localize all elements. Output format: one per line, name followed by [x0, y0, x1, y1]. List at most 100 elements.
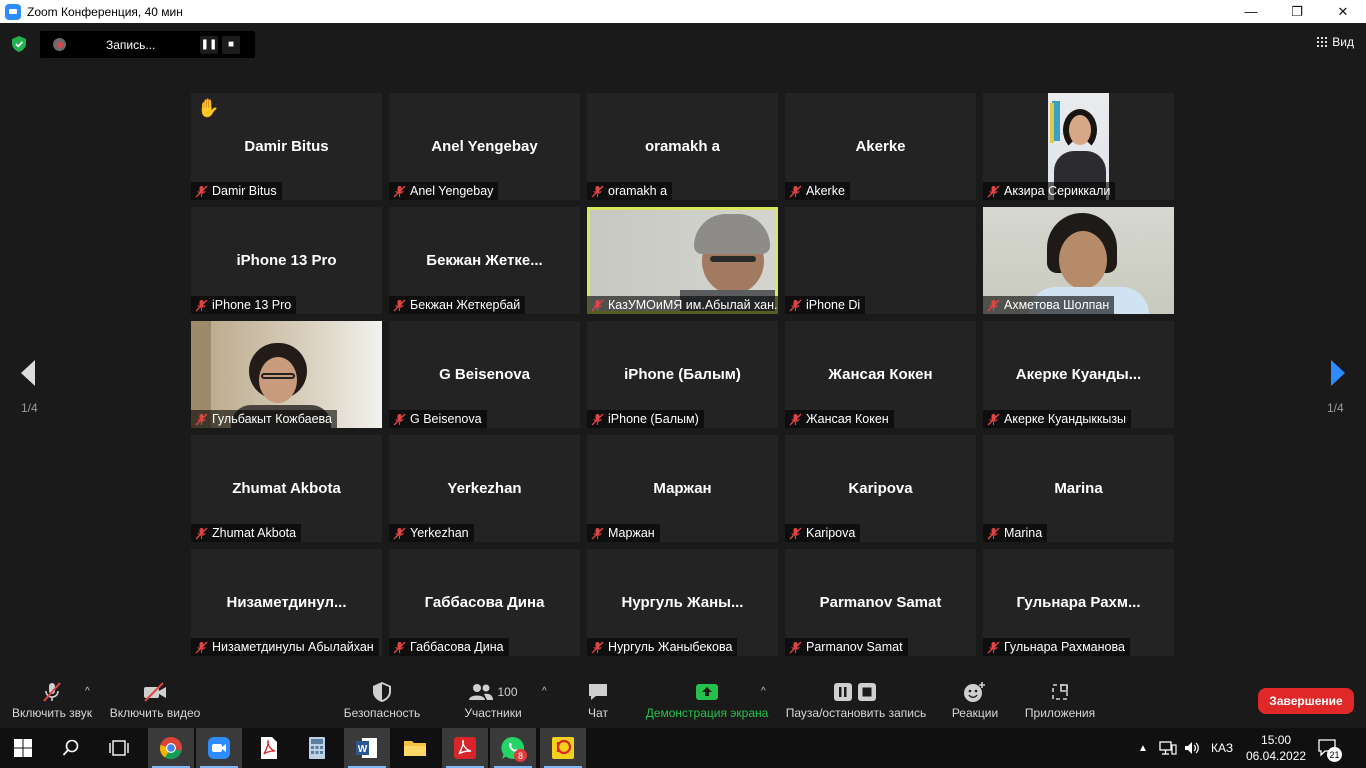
- keyboard-language[interactable]: КАЗ: [1211, 728, 1233, 768]
- participant-tile[interactable]: Гульбакыт Кожбаева: [191, 321, 382, 428]
- taskbar-calculator[interactable]: [294, 728, 340, 768]
- volume-icon[interactable]: [1183, 728, 1201, 768]
- taskbar-word[interactable]: W: [344, 728, 390, 768]
- audio-options-chevron-icon[interactable]: ^: [85, 686, 90, 697]
- search-button[interactable]: [48, 728, 94, 768]
- action-center-button[interactable]: 21: [1318, 728, 1342, 768]
- participant-tile[interactable]: iPhone 13 Pro iPhone 13 Pro: [191, 207, 382, 314]
- participant-tile[interactable]: Ахметова Шолпан: [983, 207, 1174, 314]
- share-screen-button[interactable]: Демонстрация экрана: [644, 678, 770, 728]
- end-meeting-button[interactable]: Завершение: [1258, 688, 1354, 714]
- participant-tile[interactable]: Маржан Маржан: [587, 435, 778, 542]
- muted-mic-icon: [591, 641, 604, 653]
- raised-hand-icon: ✋: [197, 98, 220, 118]
- close-button[interactable]: ✕: [1320, 0, 1366, 23]
- meeting-area: Запись... ❚❚ ■ Вид 1/4 1/4 ✋ Damir Bitus D…: [0, 23, 1366, 678]
- chat-button[interactable]: Чат: [582, 678, 614, 728]
- network-icon[interactable]: [1158, 728, 1178, 768]
- clock-time: 15:00: [1261, 733, 1292, 747]
- participant-tile[interactable]: iPhone Di: [785, 207, 976, 314]
- participant-tile[interactable]: ✋ Damir Bitus Damir Bitus: [191, 93, 382, 200]
- taskbar-zoom[interactable]: [196, 728, 242, 768]
- participant-name-label: Damir Bitus: [212, 184, 277, 198]
- participant-name-label: Нургуль Жаныбекова: [608, 640, 733, 654]
- participant-name-label: Zhumat Akbota: [212, 526, 297, 540]
- muted-mic-icon: [987, 413, 1000, 425]
- taskbar-acrobat-2[interactable]: [442, 728, 488, 768]
- participant-tile[interactable]: Жансая Кокен Жансая Кокен: [785, 321, 976, 428]
- taskbar-acrobat[interactable]: [246, 728, 292, 768]
- participant-display-name: iPhone (Балым): [624, 366, 741, 383]
- zoom-icon: [208, 737, 230, 759]
- participant-name-tag: oramakh a: [587, 182, 673, 200]
- pause-stop-icon: [834, 683, 876, 701]
- recording-dot-icon: [53, 38, 66, 51]
- participant-tile[interactable]: Нургуль Жаны... Нургуль Жаныбекова: [587, 549, 778, 656]
- participant-tile[interactable]: Parmanov Samat Parmanov Samat: [785, 549, 976, 656]
- participant-display-name: Anel Yengebay: [431, 138, 538, 155]
- taskbar-1c[interactable]: [540, 728, 586, 768]
- windows-start-button[interactable]: [0, 728, 46, 768]
- share-options-chevron-icon[interactable]: ^: [761, 686, 766, 697]
- pause-stop-recording-button[interactable]: Пауза/остановить запись: [783, 678, 929, 728]
- participant-tile[interactable]: Yerkezhan Yerkezhan: [389, 435, 580, 542]
- next-page-arrow-icon[interactable]: [1328, 358, 1348, 388]
- participant-tile[interactable]: КазУМОиМЯ им.Абылай хан...: [587, 207, 778, 314]
- participant-name-tag: G Beisenova: [389, 410, 487, 428]
- participant-display-name: Габбасова Дина: [424, 594, 545, 611]
- participant-tile[interactable]: oramakh a oramakh a: [587, 93, 778, 200]
- participants-icon: [469, 684, 494, 700]
- pause-recording-button[interactable]: ❚❚: [200, 35, 218, 54]
- window-title: Zoom Конференция, 40 мин: [27, 4, 183, 19]
- share-screen-icon: [696, 684, 718, 700]
- recording-bar: Запись... ❚❚ ■: [40, 31, 255, 58]
- participants-button[interactable]: 100 Участники: [460, 678, 526, 728]
- chat-bubble-icon: [589, 684, 607, 700]
- view-button[interactable]: Вид: [1317, 35, 1354, 49]
- task-view-button[interactable]: [96, 728, 142, 768]
- participant-display-name: Marina: [1054, 480, 1103, 497]
- clock-date: 06.04.2022: [1246, 749, 1307, 763]
- task-view-icon: [109, 740, 129, 756]
- muted-mic-icon: [195, 299, 208, 311]
- participant-tile[interactable]: Бекжан Жетке... Бекжан Жеткербай: [389, 207, 580, 314]
- maximize-button[interactable]: ❐: [1274, 0, 1320, 23]
- participants-label: Участники: [464, 706, 522, 720]
- show-hidden-icons-button[interactable]: ▲: [1138, 728, 1148, 768]
- word-icon: W: [356, 738, 377, 758]
- participant-tile[interactable]: Zhumat Akbota Zhumat Akbota: [191, 435, 382, 542]
- participant-tile[interactable]: Marina Marina: [983, 435, 1174, 542]
- previous-page-arrow-icon[interactable]: [18, 358, 38, 388]
- taskbar-file-explorer[interactable]: [392, 728, 438, 768]
- participant-tile[interactable]: Karipova Karipova: [785, 435, 976, 542]
- security-shield-icon[interactable]: [12, 36, 26, 52]
- system-clock[interactable]: 15:00 06.04.2022: [1246, 732, 1306, 764]
- security-button[interactable]: Безопасность: [340, 678, 424, 728]
- participant-tile[interactable]: Акерке Куанды... Акерке Куандыккызы: [983, 321, 1174, 428]
- participant-tile[interactable]: Akerke Akerke: [785, 93, 976, 200]
- muted-mic-icon: [393, 527, 406, 539]
- reactions-button[interactable]: Реакции: [948, 678, 1002, 728]
- muted-mic-icon: [987, 185, 1000, 197]
- minimize-button[interactable]: —: [1228, 0, 1274, 23]
- participant-tile[interactable]: G Beisenova G Beisenova: [389, 321, 580, 428]
- participants-options-chevron-icon[interactable]: ^: [542, 686, 547, 697]
- participant-tile[interactable]: Гульнара Рахм... Гульнара Рахманова: [983, 549, 1174, 656]
- participant-tile[interactable]: Anel Yengebay Anel Yengebay: [389, 93, 580, 200]
- page-indicator-left: 1/4: [21, 401, 38, 415]
- muted-mic-icon: [987, 527, 1000, 539]
- start-video-button[interactable]: Включить видео: [106, 678, 204, 728]
- participant-name-tag: Damir Bitus: [191, 182, 282, 200]
- participant-tile[interactable]: Низаметдинул... Низаметдинулы Абылайхан: [191, 549, 382, 656]
- apps-button[interactable]: Приложения: [1020, 678, 1100, 728]
- participant-tile[interactable]: Габбасова Дина Габбасова Дина: [389, 549, 580, 656]
- participant-tile[interactable]: Акзира Сериккали: [983, 93, 1174, 200]
- participant-tile[interactable]: iPhone (Балым) iPhone (Балым): [587, 321, 778, 428]
- taskbar-whatsapp[interactable]: 8: [490, 728, 536, 768]
- search-icon: [62, 739, 79, 756]
- participant-display-name: Yerkezhan: [447, 480, 522, 497]
- participant-name-label: Низаметдинулы Абылайхан: [212, 640, 374, 654]
- participant-display-name: Damir Bitus: [244, 138, 329, 155]
- stop-recording-button[interactable]: ■: [222, 35, 240, 54]
- taskbar-chrome[interactable]: [148, 728, 194, 768]
